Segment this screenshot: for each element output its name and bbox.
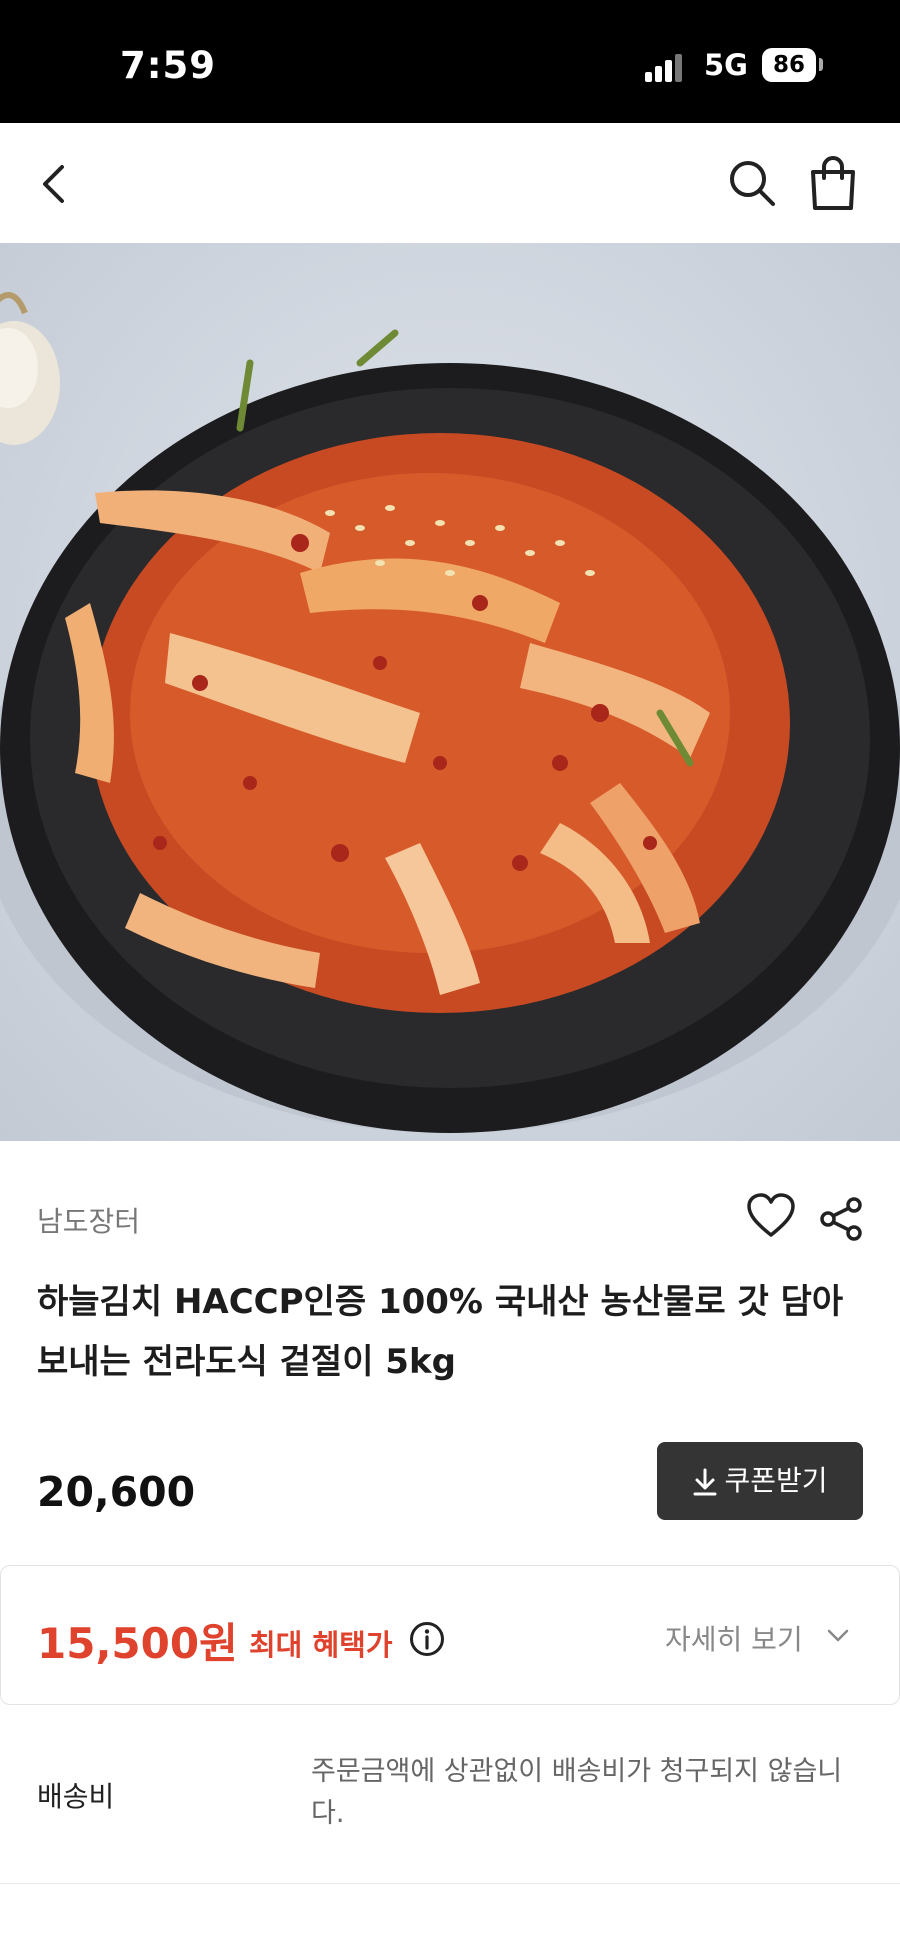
product-title: 하늘김치 HACCP인증 100% 국내산 농산물로 갓 담아 보내는 전라도식… xyxy=(37,1282,844,1382)
product-image[interactable] xyxy=(0,243,900,1141)
chevron-left-icon[interactable] xyxy=(30,159,80,209)
original-price: 20,600 xyxy=(37,1468,196,1516)
coupon-button-label: 쿠폰받기 xyxy=(724,1464,828,1497)
shipping-info-row: 배송비 주문금액에 상관없이 배송비가 청구되지 않습니다. xyxy=(0,1705,900,1884)
top-nav-bar xyxy=(0,123,900,244)
benefit-price: 15,500원 xyxy=(37,1619,238,1668)
share-icon[interactable] xyxy=(818,1196,864,1242)
benefit-label: 최대 혜택가 xyxy=(249,1628,393,1662)
view-details-link[interactable]: 자세히 보기 xyxy=(665,1618,803,1658)
seller-name[interactable]: 남도장터 xyxy=(37,1200,140,1240)
battery-tip xyxy=(819,58,823,71)
status-bar: 7:59 5G 86 xyxy=(0,0,900,123)
battery-indicator: 86 xyxy=(762,48,816,82)
download-icon xyxy=(693,1468,717,1496)
coupon-download-button[interactable]: 쿠폰받기 xyxy=(657,1442,863,1520)
shipping-label: 배송비 xyxy=(37,1780,115,1813)
shipping-description: 주문금액에 상관없이 배송비가 청구되지 않습니다. xyxy=(311,1756,843,1829)
kimchi-bowl-illustration xyxy=(0,292,900,1133)
signal-icon xyxy=(645,54,682,82)
status-time: 7:59 xyxy=(120,44,217,87)
info-icon[interactable] xyxy=(409,1621,445,1657)
network-type: 5G xyxy=(704,48,748,82)
chevron-down-icon[interactable] xyxy=(827,1628,849,1644)
heart-icon[interactable] xyxy=(746,1193,796,1239)
shopping-bag-icon[interactable] xyxy=(805,154,861,212)
search-icon[interactable] xyxy=(725,156,779,210)
max-benefit-box[interactable]: 15,500원 최대 혜택가 자세히 보기 xyxy=(0,1565,900,1705)
